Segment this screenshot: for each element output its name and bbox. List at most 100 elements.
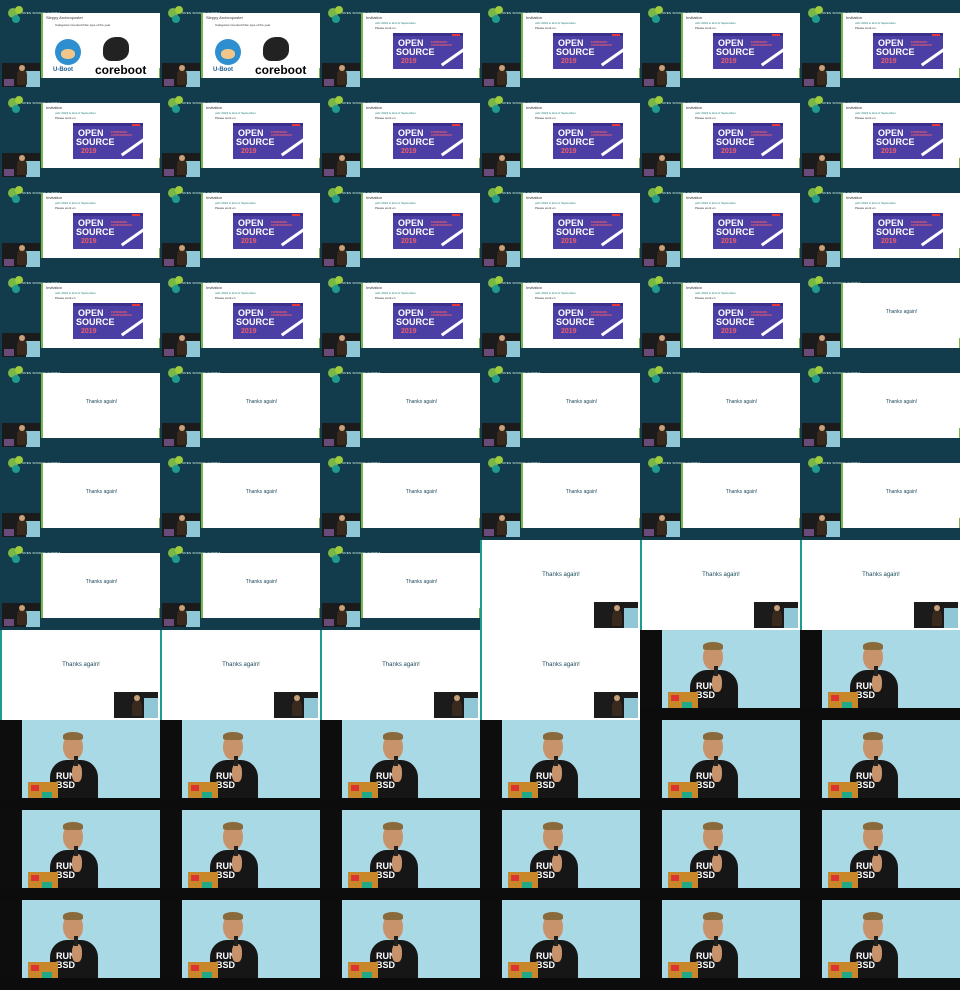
dark-wall [640,900,662,990]
banner-year: 2019 [721,148,737,155]
video-frame-thumbnail: OPEN SOURCE SUMMITSleppy Archeoposter Cat… [0,0,160,90]
thanks-text: Thanks again! [885,489,918,495]
shirt-line: BSD [536,780,556,790]
dark-wall [640,720,662,810]
thanks-text: Thanks again! [245,489,278,495]
speaker-arm [712,764,722,782]
webcam-screen [506,341,520,357]
slide-bullet: osfc 2019 is 2nd of September [695,291,736,295]
slide-title: Sleppy Archeoposter [46,15,83,20]
slide-bullet: Please work on [535,26,556,30]
video-frame-thumbnail: OPEN SOURCE SUMMITInvitationosfc 2019 is… [640,0,800,90]
video-frame-thumbnail: OPEN SOURCE SUMMIT Thanks again! [160,360,320,450]
conference-logo-icon: OPEN SOURCE SUMMIT [648,186,700,204]
floor [480,888,640,900]
osfc-banner: OPEN SOURCE 2019 FIRMWARE CONFERENCE [713,33,788,69]
webcam-screen [346,611,360,627]
webcam-laptop [164,529,174,536]
conference-logo-icon: OPEN SOURCE SUMMIT [328,546,380,564]
slide-bullet: osfc 2019 is 2nd of September [375,201,416,205]
speaker-webcam-inset [2,333,40,357]
speaker-hair [383,822,403,830]
conference-logo-icon: OPEN SOURCE SUMMIT [808,186,860,204]
speaker-webcam-inset [162,63,200,87]
conference-logo-icon: OPEN SOURCE SUMMIT [168,546,220,564]
dark-wall [160,900,182,990]
webcam-screen [26,611,40,627]
banner-button [292,124,300,126]
speaker-hair [63,912,83,920]
slide-bullet: Please work on [55,206,76,210]
thanks-text: Thanks again! [405,399,438,405]
webcam-screen [666,71,680,87]
webcam-head [934,605,940,611]
speaker-webcam-inset [642,513,680,537]
banner-word-source: SOURCE [236,137,275,147]
webcam-screen [346,521,360,537]
banner-stripe [920,136,948,157]
webcam-laptop [4,349,14,356]
webcam-person [177,339,187,355]
slide-title: Invitation [366,195,383,200]
slide-area: Invitation osfc 2019 is 2nd of September P… [841,193,960,258]
slide-bullet: osfc 2019 is 2nd of September [695,111,736,115]
slide-area: Invitation osfc 2019 is 2nd of September P… [681,103,800,168]
banner-stripe [280,136,308,157]
logo-circle [172,555,180,563]
webcam-screen [304,698,318,718]
webcam-laptop [4,169,14,176]
thanks-text: Thanks again! [222,662,260,668]
webcam-person [932,610,942,626]
webcam-screen [26,251,40,267]
webcam-person [612,610,622,626]
speaker-hair [863,732,883,740]
conference-logo-icon: OPEN SOURCE SUMMIT [8,366,60,384]
slide-area: Thanks again! [41,373,160,438]
slide-area: Thanks again! [361,463,480,528]
webcam-person [17,609,27,625]
microphone-icon [554,936,558,946]
thanks-text: Thanks again! [885,309,918,315]
speaker-hair [703,912,723,920]
floor [0,888,160,900]
slide-area: Thanks again! [521,463,640,528]
logo-circle [12,375,20,383]
banner-stripe [280,226,308,247]
coreboot-label: coreboot [95,63,147,77]
speaker-hair [863,912,883,920]
video-frame-thumbnail: OPEN SOURCE SUMMIT Thanks again! [640,360,800,450]
speaker-webcam-inset [594,692,638,718]
banner-stripe [120,136,148,157]
shirt-line: BSD [696,960,716,970]
webcam-head [614,695,620,701]
banner-word-source: SOURCE [716,317,755,327]
logo-circle [492,285,500,293]
webcam-head [179,335,185,341]
webcam-head [179,515,185,521]
video-frame-thumbnail: OPEN SOURCE SUMMITInvitationosfc 2019 is… [320,270,480,360]
banner-year: 2019 [561,58,577,65]
banner-button [612,34,620,36]
webcam-laptop [644,169,654,176]
webcam-person [177,429,187,445]
floor [320,978,480,990]
webcam-screen [506,251,520,267]
microphone-icon [714,936,718,946]
shirt-line: BSD [856,870,876,880]
speaker-webcam-inset [162,423,200,447]
speaker-hair [703,822,723,830]
shirt-line: BSD [856,780,876,790]
conference-logo-icon: OPEN SOURCE SUMMIT [648,276,700,294]
video-frame-thumbnail: OPEN SOURCE SUMMITInvitationosfc 2019 is… [800,180,960,270]
video-frame-thumbnail: OPEN SOURCE SUMMITInvitationosfc 2019 is… [640,270,800,360]
video-frame-thumbnail: OPEN SOURCE SUMMITInvitationosfc 2019 is… [640,90,800,180]
speaker-hair [543,732,563,740]
slide-title: Invitation [686,285,703,290]
conference-logo-icon: OPEN SOURCE SUMMIT [648,96,700,114]
slide-title: Sleppy Archeoposter [206,15,243,20]
video-frame-thumbnail: OPEN SOURCE SUMMITInvitationosfc 2019 is… [640,180,800,270]
webcam-laptop [4,619,14,626]
slide-area: Invitation osfc 2019 is 2nd of September P… [521,13,640,78]
banner-subtitle: FIRMWARE CONFERENCE [911,40,933,47]
banner-year: 2019 [881,58,897,65]
